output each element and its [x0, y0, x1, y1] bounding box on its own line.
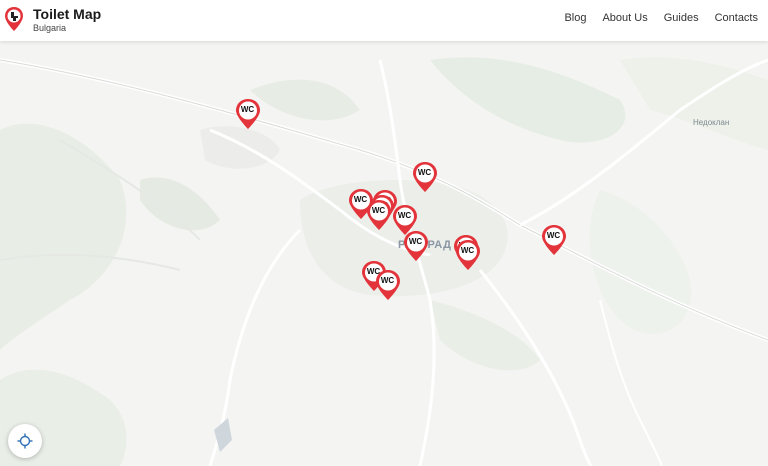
wc-label: WC: [546, 231, 561, 240]
nav-blog[interactable]: Blog: [564, 12, 586, 24]
site-title[interactable]: Toilet Map: [33, 6, 101, 22]
site-subtitle: Bulgaria: [33, 23, 67, 33]
main-nav: Blog About Us Guides Contacts: [564, 12, 758, 24]
nav-about-us[interactable]: About Us: [602, 12, 647, 24]
toilet-marker[interactable]: WC: [412, 161, 440, 193]
toilet-marker[interactable]: WC: [455, 239, 483, 271]
nav-guides[interactable]: Guides: [664, 12, 699, 24]
wc-label: WC: [397, 211, 412, 220]
village-label: Недоклан: [693, 118, 730, 127]
locate-button[interactable]: [8, 424, 42, 458]
toilet-marker[interactable]: WC: [403, 230, 431, 262]
wc-label: WC: [371, 206, 386, 215]
toilet-marker[interactable]: WC: [541, 224, 569, 256]
toilet-marker[interactable]: WC: [375, 269, 403, 301]
wc-label: WC: [380, 276, 395, 285]
wc-label: WC: [408, 237, 423, 246]
logo-icon[interactable]: [4, 6, 24, 32]
map-canvas[interactable]: РАЗГРАД Недоклан WC WC WC WC WC WC WC WC…: [0, 41, 768, 466]
wc-label: WC: [240, 105, 255, 114]
toilet-marker[interactable]: WC: [366, 199, 394, 231]
wc-label: WC: [417, 168, 432, 177]
header: Toilet Map Bulgaria Blog About Us Guides…: [0, 0, 768, 41]
wc-label: WC: [460, 246, 475, 255]
nav-contacts[interactable]: Contacts: [715, 12, 758, 24]
crosshair-icon: [17, 433, 33, 449]
toilet-marker[interactable]: WC: [235, 98, 263, 130]
